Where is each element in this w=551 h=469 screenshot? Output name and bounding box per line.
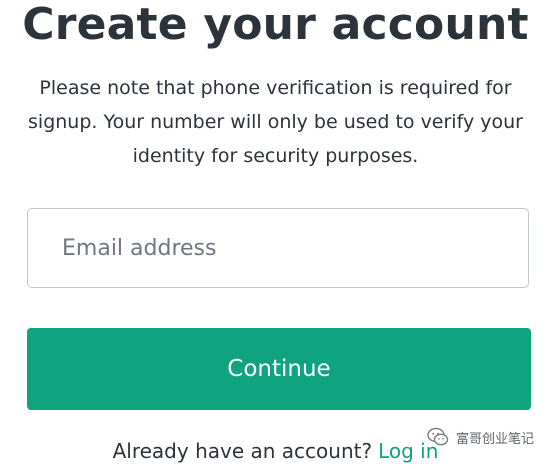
verification-note: Please note that phone verification is r… (28, 77, 523, 167)
watermark-text: 富哥创业笔记 (456, 431, 535, 447)
email-field[interactable] (27, 208, 529, 288)
continue-button[interactable]: Continue (27, 328, 531, 410)
watermark: 富哥创业笔记 (426, 425, 534, 449)
page-title: Create your account (22, 0, 529, 50)
login-prompt-text: Already have an account? (112, 439, 373, 463)
wechat-icon (426, 425, 450, 449)
signup-page: Create your account Please note that pho… (0, 0, 551, 463)
